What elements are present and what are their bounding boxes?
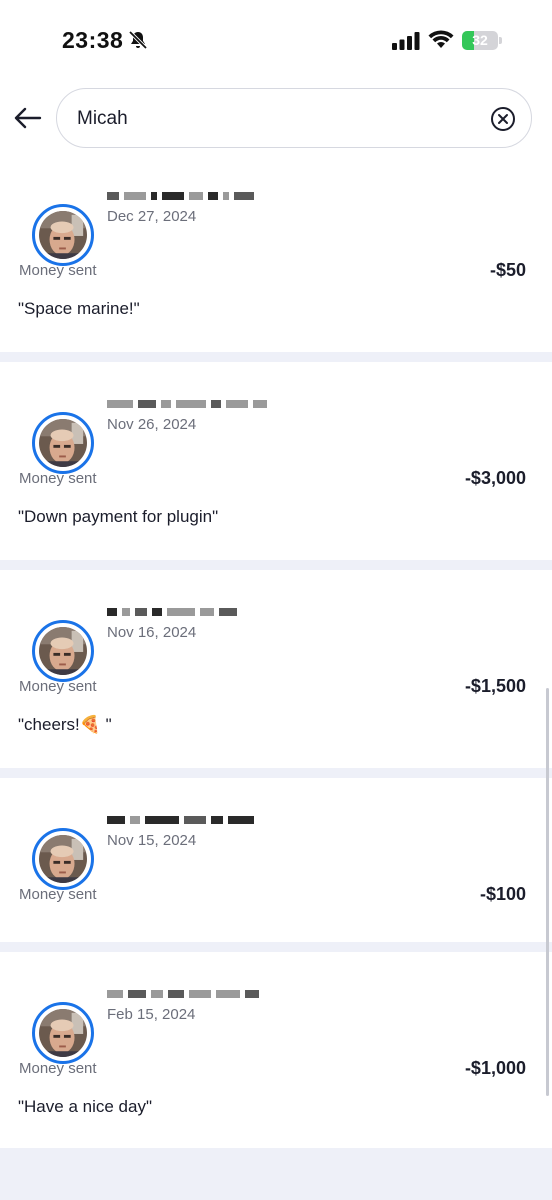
- transaction-amount: -$1,000: [464, 1058, 526, 1078]
- transaction-type: Money sent: [19, 886, 97, 903]
- avatar-photo: [39, 419, 87, 467]
- recipient-name-redacted: [107, 988, 259, 1000]
- bell-slash-icon: [128, 30, 148, 50]
- battery-level: 32: [472, 32, 488, 48]
- transaction-type: Money sent: [19, 262, 97, 279]
- avatar[interactable]: [32, 412, 94, 474]
- avatar-photo: [39, 1009, 87, 1057]
- clear-circle-x-icon: [491, 107, 515, 131]
- signal-icon: [392, 32, 420, 50]
- transaction-note: "Down payment for plugin": [18, 507, 219, 526]
- avatar[interactable]: [32, 204, 94, 266]
- transaction-date: Nov 26, 2024: [107, 416, 197, 433]
- avatar-photo: [39, 211, 87, 259]
- transaction-card[interactable]: Nov 16, 2024 Money sent -$1,500 "cheers!🍕 ": [0, 570, 552, 768]
- transaction-card[interactable]: Feb 15, 2024 Money sent -$1,000 "Have a nic…: [0, 952, 552, 1148]
- transaction-date: Nov 16, 2024: [107, 624, 197, 641]
- transaction-amount: -$3,000: [464, 468, 526, 488]
- transaction-note: "Space marine!": [18, 299, 140, 318]
- transaction-type: Money sent: [19, 1060, 97, 1077]
- battery-icon: 32: [462, 31, 498, 50]
- recipient-name-redacted: [107, 606, 237, 618]
- recipient-name-redacted: [107, 814, 254, 826]
- transaction-note: "cheers!🍕 ": [18, 715, 112, 734]
- transaction-type: Money sent: [19, 470, 97, 487]
- search-box[interactable]: [56, 88, 532, 148]
- avatar-photo: [39, 835, 87, 883]
- clear-search-button[interactable]: [489, 105, 517, 133]
- avatar[interactable]: [32, 620, 94, 682]
- battery-tip: [499, 37, 502, 44]
- recipient-name-redacted: [107, 398, 267, 410]
- back-button[interactable]: [10, 100, 46, 136]
- status-bar: 23:38 32: [0, 0, 552, 82]
- transaction-note: "Have a nice day": [18, 1097, 152, 1116]
- transaction-list[interactable]: Dec 27, 2024 Money sent -$50 "Space marine!…: [0, 164, 552, 1200]
- transaction-card[interactable]: Nov 15, 2024 Money sent -$100: [0, 778, 552, 942]
- transaction-card[interactable]: Dec 27, 2024 Money sent -$50 "Space marine!…: [0, 164, 552, 352]
- recipient-name-redacted: [107, 190, 254, 202]
- transaction-date: Dec 27, 2024: [107, 208, 197, 225]
- transaction-amount: -$1,500: [464, 676, 526, 696]
- transaction-card[interactable]: Nov 26, 2024 Money sent -$3,000 "Down payme…: [0, 362, 552, 560]
- avatar[interactable]: [32, 828, 94, 890]
- transaction-amount: -$100: [479, 884, 526, 904]
- scrollbar[interactable]: [546, 688, 549, 1096]
- status-time: 23:38: [62, 27, 124, 53]
- arrow-left-icon: [14, 107, 42, 129]
- transaction-type: Money sent: [19, 678, 97, 695]
- transaction-amount: -$50: [489, 260, 526, 280]
- transaction-date: Feb 15, 2024: [107, 1006, 196, 1023]
- transaction-date: Nov 15, 2024: [107, 832, 197, 849]
- wifi-icon: [428, 30, 454, 48]
- avatar-photo: [39, 627, 87, 675]
- search-input[interactable]: [77, 103, 477, 135]
- avatar[interactable]: [32, 1002, 94, 1064]
